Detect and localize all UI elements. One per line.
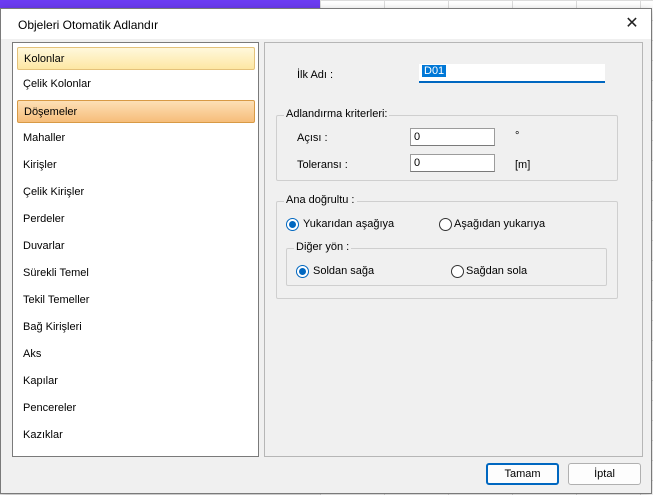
bottom-up-radio[interactable] xyxy=(439,218,452,231)
angle-input[interactable] xyxy=(410,128,495,146)
tolerance-unit: [m] xyxy=(515,159,531,171)
top-down-label[interactable]: Yukarıdan aşağıya xyxy=(303,218,394,230)
criteria-title: Adlandırma kriterleri: xyxy=(284,108,390,120)
top-down-radio[interactable] xyxy=(286,218,299,231)
close-icon[interactable]: ✕ xyxy=(623,15,641,33)
list-item-celik-kirisler[interactable]: Çelik Kirişler xyxy=(17,181,255,204)
list-item-duvarlar[interactable]: Duvarlar xyxy=(17,235,255,258)
angle-unit: ° xyxy=(515,130,520,142)
list-item-aks[interactable]: Aks xyxy=(17,343,255,366)
other-direction-group: Diğer yön : Soldan sağa Sağdan sola xyxy=(286,241,607,286)
list-item-kapilar[interactable]: Kapılar xyxy=(17,370,255,393)
list-item-kaziklar[interactable]: Kazıklar xyxy=(17,424,255,447)
main-direction-title: Ana doğrultu : xyxy=(284,194,357,206)
bottom-up-label[interactable]: Aşağıdan yukarıya xyxy=(454,218,545,230)
list-item-dosemeler[interactable]: Döşemeler xyxy=(17,100,255,123)
other-direction-title: Diğer yön : xyxy=(294,241,352,253)
first-name-field[interactable]: D01 xyxy=(419,64,605,83)
angle-label: Açısı : xyxy=(297,132,328,144)
list-item-pencereler[interactable]: Pencereler xyxy=(17,397,255,420)
right-left-radio[interactable] xyxy=(451,265,464,278)
cancel-button[interactable]: İptal xyxy=(568,463,641,485)
left-right-label[interactable]: Soldan sağa xyxy=(313,265,374,277)
first-name-value: D01 xyxy=(422,65,447,77)
main-direction-group: Ana doğrultu : Yukarıdan aşağıya Aşağıda… xyxy=(276,194,618,299)
list-item-celik-kolonlar[interactable]: Çelik Kolonlar xyxy=(17,73,255,96)
list-item-kolonlar[interactable]: Kolonlar xyxy=(17,47,255,70)
object-type-list[interactable]: Kolonlar Çelik Kolonlar Döşemeler Mahall… xyxy=(12,42,259,457)
title-bar: Objeleri Otomatik Adlandır ✕ xyxy=(1,9,651,39)
right-left-label[interactable]: Sağdan sola xyxy=(466,265,527,277)
tolerance-label: Toleransı : xyxy=(297,159,348,171)
criteria-group: Adlandırma kriterleri: Açısı : ° Toleran… xyxy=(276,108,618,181)
settings-panel: İlk Adı : D01 Adlandırma kriterleri: Açı… xyxy=(264,42,643,457)
ok-button[interactable]: Tamam xyxy=(486,463,559,485)
first-name-label: İlk Adı : xyxy=(297,69,334,81)
list-item-bag-kirisleri[interactable]: Bağ Kirişleri xyxy=(17,316,255,339)
list-item-mahaller[interactable]: Mahaller xyxy=(17,127,255,150)
left-right-radio[interactable] xyxy=(296,265,309,278)
list-item-perdeler[interactable]: Perdeler xyxy=(17,208,255,231)
list-item-tekil-temeller[interactable]: Tekil Temeller xyxy=(17,289,255,312)
dialog-title: Objeleri Otomatik Adlandır xyxy=(18,18,159,32)
list-item-surekli-temel[interactable]: Sürekli Temel xyxy=(17,262,255,285)
naming-dialog: Objeleri Otomatik Adlandır ✕ Kolonlar Çe… xyxy=(0,8,652,494)
list-item-kirisler[interactable]: Kirişler xyxy=(17,154,255,177)
tolerance-input[interactable] xyxy=(410,154,495,172)
